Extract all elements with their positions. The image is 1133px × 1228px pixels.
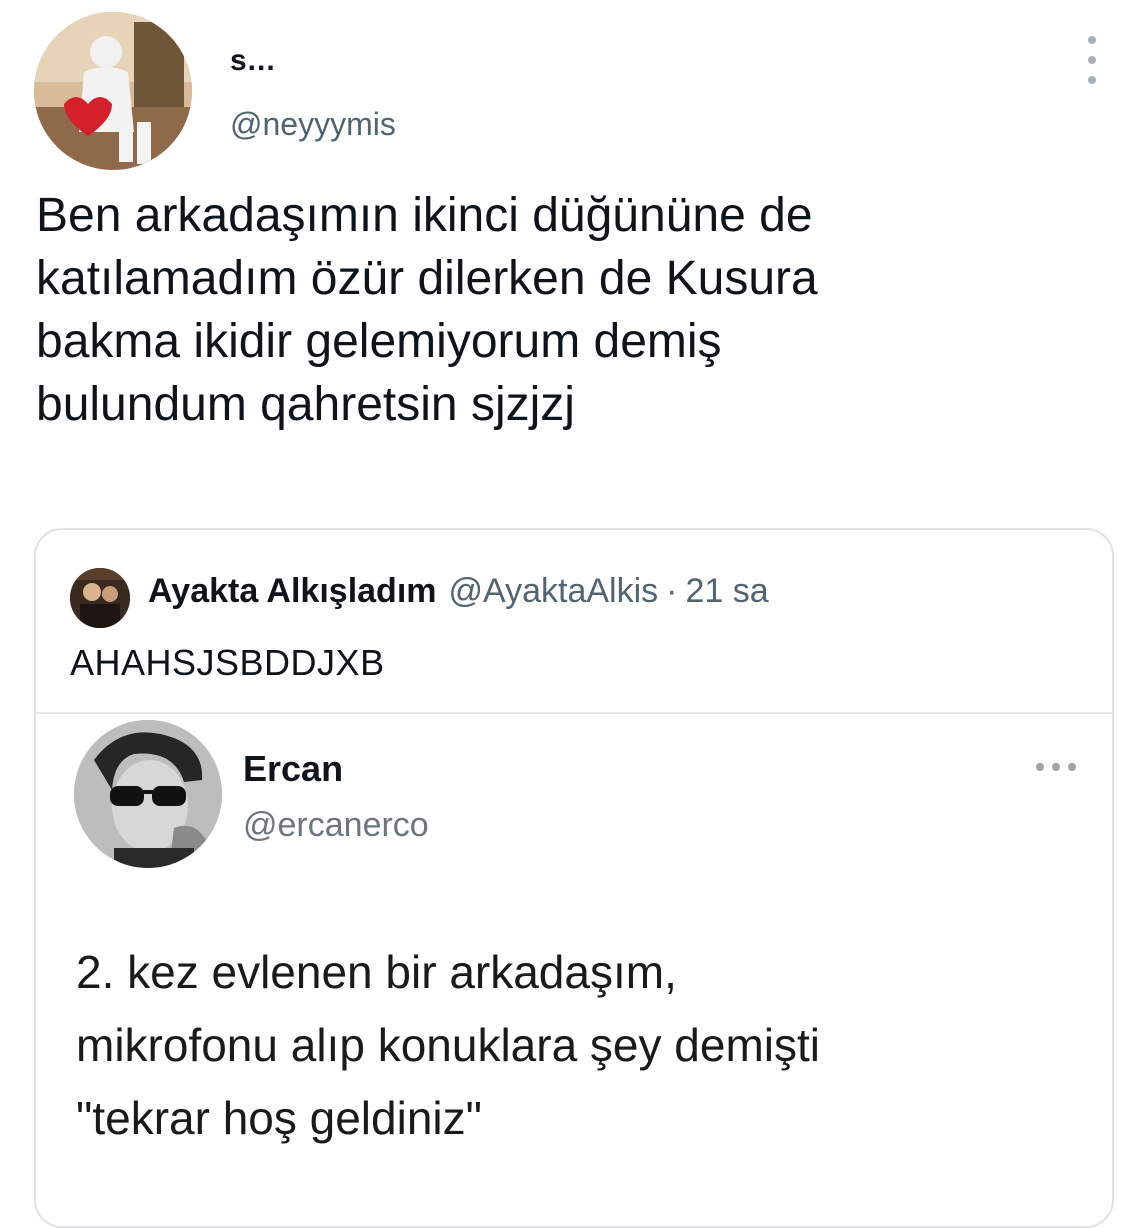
quote-author-handle[interactable]: @AyaktaAlkis: [449, 572, 659, 610]
more-vertical-icon[interactable]: [1082, 36, 1102, 84]
quoted-tweet[interactable]: Ayakta Alkışladım @AyaktaAlkis · 21 sa AHAH…: [34, 528, 1114, 1228]
embedded-avatar-image: [74, 720, 222, 868]
embedded-author-avatar: [74, 720, 222, 868]
divider: [36, 712, 1112, 714]
dot: [1088, 36, 1096, 44]
author-avatar-image: [34, 12, 192, 170]
author-avatar[interactable]: [34, 12, 192, 170]
embedded-author-handle: @ercanerco: [243, 806, 429, 844]
author-handle[interactable]: @neyyymis: [230, 106, 396, 143]
dot: [1088, 76, 1096, 84]
quote-avatar-image: [70, 568, 130, 628]
embedded-tweet-text: 2. kez evlenen bir arkadaşım, mikrofonu …: [76, 946, 820, 1144]
tweet-card: s... @neyyymis Ben arkadaşımın ikinci dü…: [0, 0, 1133, 1228]
quote-header: Ayakta Alkışladım @AyaktaAlkis · 21 sa: [148, 572, 769, 611]
tweet-text: Ben arkadaşımın ikinci düğününe de katıl…: [36, 189, 818, 431]
author-name[interactable]: s...: [230, 44, 276, 78]
more-horizontal-icon: [1036, 762, 1076, 772]
embedded-author-name: Ercan: [243, 748, 344, 789]
quote-text: AHAHSJSBDDJXB: [70, 642, 385, 683]
quote-timestamp[interactable]: 21 sa: [685, 572, 768, 610]
dot: [1036, 763, 1044, 771]
quote-author-avatar[interactable]: [70, 568, 130, 628]
quote-author-name[interactable]: Ayakta Alkışladım: [148, 572, 437, 610]
dot: [1088, 56, 1096, 64]
separator-dot: ·: [666, 572, 678, 610]
dot: [1052, 763, 1060, 771]
dot: [1068, 763, 1076, 771]
